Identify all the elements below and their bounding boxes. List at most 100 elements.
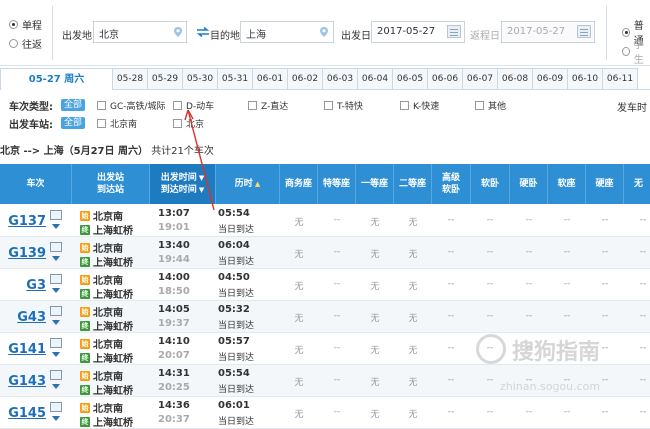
start-station-icon: 始 — [80, 306, 90, 317]
train-info-icon[interactable] — [50, 210, 62, 220]
type-checkbox-k[interactable]: K-快速 — [400, 99, 439, 112]
type-checkbox-z[interactable]: Z-直达 — [248, 99, 288, 112]
to-station-name: 上海虹桥 — [93, 322, 133, 333]
date-tab[interactable]: 06-08 — [498, 68, 533, 90]
calendar-icon[interactable] — [577, 25, 591, 38]
col-station[interactable]: 出发站 到达站 — [72, 164, 150, 204]
date-tab[interactable]: 06-11 — [603, 68, 638, 90]
type-checkbox-gc[interactable]: GC-高铁/城际 — [97, 99, 166, 112]
date-tab[interactable]: 06-07 — [463, 68, 498, 90]
train-info-icon[interactable] — [50, 402, 62, 412]
date-tab[interactable]: 06-02 — [288, 68, 323, 90]
seat-availability: -- — [333, 343, 341, 353]
date-tab[interactable]: 06-04 — [358, 68, 393, 90]
location-pin-icon — [174, 27, 182, 37]
col-train-label: 车次 — [26, 179, 45, 189]
to-station: 终上海虹桥 — [80, 254, 133, 269]
station-checkbox-beijingnan[interactable]: 北京南 — [97, 117, 137, 130]
date-tab[interactable]: 06-06 — [428, 68, 463, 90]
from-station-name: 北京南 — [93, 308, 123, 319]
train-number-link[interactable]: G141 — [0, 342, 46, 357]
from-label: 出发地 — [62, 31, 92, 42]
table-row[interactable]: G3 始北京南终上海虹桥 14:00 18:50 04:50 当日到达 无 -- 无 无 -- -- -… — [0, 269, 650, 301]
swap-icon[interactable] — [196, 27, 210, 37]
col-time[interactable]: 出发时间 ▼ 到达时间 ▼ — [150, 164, 216, 204]
expand-arrow-icon[interactable] — [52, 352, 60, 357]
from-station: 始北京南 — [80, 368, 123, 383]
train-number-link[interactable]: G43 — [0, 310, 46, 325]
train-type-all-button[interactable]: 全部 — [61, 99, 86, 111]
date-tab[interactable]: 06-10 — [568, 68, 603, 90]
radio-dot-icon — [9, 39, 18, 48]
seat-availability: -- — [447, 247, 455, 257]
duration: 06:04 — [218, 240, 250, 251]
date-tab[interactable]: 06-05 — [393, 68, 428, 90]
table-row[interactable]: G137 始北京南终上海虹桥 13:07 19:01 05:54 当日到达 无 -- 无 无 -- -… — [0, 205, 650, 237]
seat-availability: -- — [525, 407, 533, 417]
table-row[interactable]: G43 始北京南终上海虹桥 14:05 19:37 05:32 当日到达 无 -- 无 无 -- --… — [0, 301, 650, 333]
train-info-icon[interactable] — [50, 370, 62, 380]
station-all-button[interactable]: 全部 — [61, 117, 86, 129]
date-tab[interactable]: 05-30 — [183, 68, 218, 90]
expand-arrow-icon[interactable] — [52, 256, 60, 261]
expand-arrow-icon[interactable] — [52, 384, 60, 389]
from-station-name: 北京南 — [93, 404, 123, 415]
seat-availability: -- — [639, 311, 647, 321]
round-trip-radio[interactable]: 往返 — [9, 36, 42, 51]
one-way-radio[interactable]: 单程 — [9, 17, 42, 32]
train-number-link[interactable]: G3 — [0, 278, 46, 293]
train-info-icon[interactable] — [50, 274, 62, 284]
type-checkbox-t[interactable]: T-特快 — [324, 99, 363, 112]
arrival-note: 当日到达 — [218, 385, 255, 395]
depart-date-label: 出发日 — [341, 31, 371, 42]
seat-availability: -- — [486, 247, 494, 257]
date-tab[interactable]: 05-28 — [113, 68, 148, 90]
seat-availability: 无 — [408, 250, 418, 260]
calendar-icon[interactable] — [447, 25, 461, 38]
table-row[interactable]: G145 始北京南终上海虹桥 14:36 20:37 06:01 当日到达无 -- 无无 -- -… — [0, 397, 650, 429]
checkbox-icon — [475, 101, 484, 110]
seat-availability: -- — [447, 279, 455, 289]
duration: 05:32 — [218, 304, 250, 315]
expand-arrow-icon[interactable] — [52, 320, 60, 325]
col-duration[interactable]: 历时 ▲ — [216, 164, 280, 204]
seat-availability: 无 — [294, 282, 304, 292]
station-checkbox-beijing[interactable]: 北京 — [173, 117, 204, 130]
seat-availability: 无 — [370, 314, 380, 324]
train-info-icon[interactable] — [50, 242, 62, 252]
expand-arrow-icon[interactable] — [52, 224, 60, 229]
expand-arrow-icon[interactable] — [52, 288, 60, 293]
train-number-link[interactable]: G143 — [0, 374, 46, 389]
seat-availability: 无 — [370, 250, 380, 260]
date-tab[interactable]: 05-31 — [218, 68, 253, 90]
to-station-name: 上海虹桥 — [93, 386, 133, 397]
seat-availability: -- — [486, 215, 494, 225]
train-number-link[interactable]: G145 — [0, 406, 46, 421]
expand-arrow-icon[interactable] — [52, 416, 60, 421]
return-date-label: 返程日 — [470, 31, 500, 42]
train-info-icon[interactable] — [50, 306, 62, 316]
seat-availability: -- — [601, 247, 609, 257]
student-ticket-radio[interactable]: 学生 — [622, 36, 650, 66]
start-station-icon: 始 — [80, 370, 90, 381]
train-number-link[interactable]: G137 — [0, 214, 46, 229]
train-info-icon[interactable] — [50, 338, 62, 348]
date-tab[interactable]: 05-29 — [148, 68, 183, 90]
type-checkbox-d[interactable]: D-动车 — [173, 99, 214, 112]
from-station-name: 北京南 — [93, 244, 123, 255]
type-checkbox-other[interactable]: 其他 — [475, 99, 506, 112]
table-row[interactable]: G139 始北京南终上海虹桥 13:40 19:44 06:04 当日到达 无 -- 无 无 -- -… — [0, 237, 650, 269]
col-time-line2: 到达时间 — [160, 185, 197, 195]
col-station-line2: 到达站 — [96, 185, 124, 195]
from-station: 始北京南 — [80, 208, 123, 223]
start-station-icon: 始 — [80, 338, 90, 349]
date-tab[interactable]: 06-03 — [323, 68, 358, 90]
date-tab-active[interactable]: 05-27 周六 — [0, 68, 113, 90]
col-time-line1: 出发时间 — [160, 173, 197, 183]
date-tab[interactable]: 06-09 — [533, 68, 568, 90]
from-station-name: 北京南 — [93, 276, 123, 287]
date-tab[interactable]: 06-01 — [253, 68, 288, 90]
train-number-link[interactable]: G139 — [0, 246, 46, 261]
col-seat: 硬卧 — [510, 164, 548, 204]
col-train[interactable]: 车次 — [0, 164, 72, 204]
